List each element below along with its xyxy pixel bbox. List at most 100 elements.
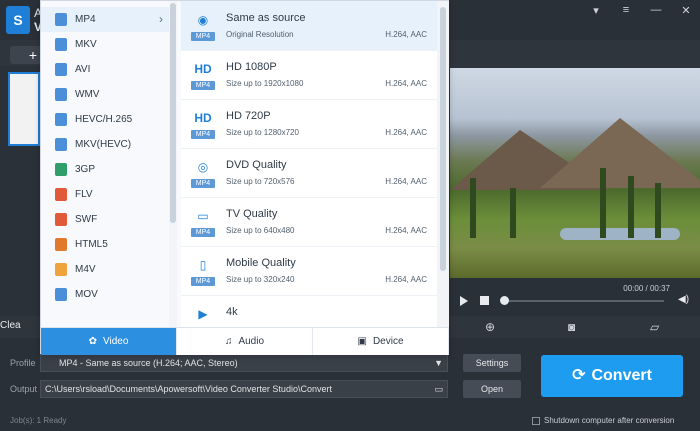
play-icon[interactable]	[460, 296, 468, 306]
format-item-mp4[interactable]: MP4 ›	[41, 7, 169, 32]
preset-title: Mobile Quality	[226, 257, 296, 269]
preset-icon-glyph: ▭	[197, 209, 209, 223]
preset-list-scrollbar[interactable]	[437, 1, 449, 327]
convert-label: Convert	[591, 367, 652, 384]
preset-icon: HD MP4	[191, 58, 215, 90]
format-list-scrollbar[interactable]	[169, 1, 177, 327]
preset-title: DVD Quality	[226, 159, 287, 171]
stop-icon[interactable]	[480, 296, 489, 305]
format-list: MP4 › MKV AVI WMV HEVC/H.265 MKV(HEVC) 3GP FLV SW…	[41, 1, 181, 327]
chevron-down-icon: ▼	[434, 358, 443, 368]
format-item-swf[interactable]: SWF	[41, 207, 169, 232]
format-icon	[55, 13, 67, 26]
scrollbar-thumb[interactable]	[170, 3, 176, 223]
mountain-shape	[540, 118, 700, 188]
preset-tag: MP4	[191, 130, 215, 139]
preset-item[interactable]: HD MP4 HD 1080P Size up to 1920x1080 H.264, …	[181, 50, 437, 100]
format-item-mov[interactable]: MOV	[41, 282, 169, 307]
tab-audio[interactable]: ♫ Audio	[177, 328, 313, 355]
scrollbar-thumb[interactable]	[440, 7, 446, 271]
tree-shape	[470, 178, 476, 238]
preset-item[interactable]: ◉ MP4 Same as source Original Resolution H.2…	[181, 1, 437, 51]
app-logo-icon: S	[6, 6, 30, 34]
camera-icon[interactable]: ◙	[568, 320, 575, 334]
format-item-avi[interactable]: AVI	[41, 57, 169, 82]
format-item-m4v[interactable]: M4V	[41, 257, 169, 282]
tree-shape	[600, 168, 606, 238]
preset-codec: H.264, AAC	[385, 226, 427, 235]
shutdown-checkbox[interactable]: Shutdown computer after conversion	[532, 416, 674, 425]
preset-sub: Size up to 1280x720	[226, 128, 299, 137]
format-item-html5[interactable]: HTML5	[41, 232, 169, 257]
close-icon[interactable]: ✕	[680, 4, 692, 17]
refresh-icon: ⟳	[572, 367, 586, 384]
preset-codec: H.264, AAC	[385, 30, 427, 39]
format-icon	[55, 38, 67, 51]
browse-folder-icon[interactable]: ▭	[434, 381, 443, 397]
tab-device[interactable]: ▣ Device	[313, 328, 449, 355]
format-icon	[55, 213, 67, 226]
headphones-icon: ♫	[224, 336, 233, 347]
preset-icon-glyph: HD	[194, 62, 212, 76]
preset-item[interactable]: ▯ MP4 Mobile Quality Size up to 320x240 H.26…	[181, 246, 437, 296]
shirt-icon[interactable]: ▾	[590, 4, 602, 17]
preset-codec: H.264, AAC	[385, 128, 427, 137]
clean-button[interactable]: Clea	[0, 320, 21, 331]
preset-title: HD 720P	[226, 110, 271, 122]
settings-icon[interactable]: ≡	[620, 4, 632, 17]
format-label: MP4	[75, 14, 96, 25]
folder-icon[interactable]: ▱	[650, 320, 659, 334]
profile-value: MP4 - Same as source (H.264; AAC, Stereo…	[59, 358, 238, 368]
preset-item[interactable]: ▭ MP4 TV Quality Size up to 640x480 H.264, A…	[181, 197, 437, 247]
tab-video[interactable]: ✿ Video	[41, 328, 177, 355]
format-tabs: ✿ Video ♫ Audio ▣ Device	[41, 327, 449, 355]
convert-button[interactable]: ⟳ Convert	[541, 355, 683, 397]
tab-label: Device	[372, 336, 404, 347]
format-icon	[55, 288, 67, 301]
preset-item[interactable]: ◎ MP4 DVD Quality Size up to 720x576 H.264, …	[181, 148, 437, 198]
output-path-field[interactable]: C:\Users\rsload\Documents\Apowersoft\Vid…	[40, 380, 448, 398]
seek-handle[interactable]	[500, 296, 509, 305]
format-item-hevc-h-265[interactable]: HEVC/H.265	[41, 107, 169, 132]
format-icon	[55, 263, 67, 276]
checkbox-box[interactable]	[532, 416, 540, 425]
seek-bar[interactable]	[504, 300, 664, 302]
preset-title: HD 1080P	[226, 61, 277, 73]
preset-title: TV Quality	[226, 208, 278, 220]
format-label: MOV	[75, 289, 98, 300]
file-thumbnail[interactable]	[8, 72, 40, 146]
zoom-icon[interactable]: ⊕	[485, 320, 495, 334]
preset-title: 4k	[226, 306, 238, 318]
format-item-3gp[interactable]: 3GP	[41, 157, 169, 182]
preset-icon: ◎ MP4	[191, 156, 215, 188]
chevron-right-icon: ›	[159, 12, 163, 26]
format-item-mkv-hevc-[interactable]: MKV(HEVC)	[41, 132, 169, 157]
format-label: HEVC/H.265	[75, 114, 133, 125]
player-controls: 00:00 / 00:37 ◀)	[450, 278, 700, 316]
preset-sub: Size up to 640x480	[226, 226, 295, 235]
preset-tag: MP4	[191, 179, 215, 188]
preset-icon-glyph: ▯	[199, 258, 207, 272]
format-item-flv[interactable]: FLV	[41, 182, 169, 207]
output-value: C:\Users\rsload\Documents\Apowersoft\Vid…	[45, 384, 332, 394]
preset-item[interactable]: HD MP4 HD 720P Size up to 1280x720 H.264, AA…	[181, 99, 437, 149]
format-label: FLV	[75, 189, 93, 200]
format-item-mkv[interactable]: MKV	[41, 32, 169, 57]
preset-icon-glyph: ▶	[198, 307, 208, 321]
volume-icon[interactable]: ◀)	[678, 294, 689, 305]
preset-tag: MP4	[191, 277, 215, 286]
preset-icon: ▯ MP4	[191, 254, 215, 286]
window-controls: ▾ ≡ — ✕	[590, 4, 692, 17]
profile-select[interactable]: MP4 - Same as source (H.264; AAC, Stereo…	[40, 354, 448, 372]
device-icon: ▣	[357, 336, 367, 347]
preset-tag: MP4	[191, 228, 215, 237]
tree-shape	[628, 176, 634, 238]
tab-label: Audio	[238, 336, 265, 347]
preset-icon-glyph: ◉	[197, 13, 209, 27]
shutdown-label: Shutdown computer after conversion	[544, 416, 675, 425]
format-item-wmv[interactable]: WMV	[41, 82, 169, 107]
open-button[interactable]: Open	[463, 380, 521, 398]
settings-button[interactable]: Settings	[463, 354, 521, 372]
preset-codec: H.264, AAC	[385, 275, 427, 284]
minimize-icon[interactable]: —	[650, 4, 662, 17]
